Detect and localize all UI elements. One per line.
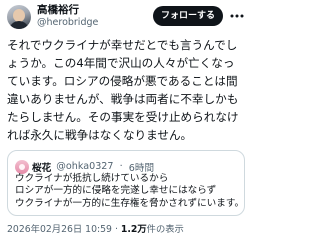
tweet-line: れば永久に戦争はなくなりません。 [7, 128, 193, 142]
tweet-line: ています。ロシアの侵略が悪であることは間 [7, 74, 238, 88]
quoted-author-name: 桜花 [32, 162, 52, 174]
tweet-line: それでウクライナが幸せだとでも言うんでし [7, 38, 238, 52]
quoted-timestamp: 6時間 [128, 162, 155, 174]
quoted-line: ウクライナが一方的に生存権を脅かされずにいます。 [15, 197, 245, 209]
tweet-meta: 2026年02月26日 10:59 · 1.2万件の表示 [7, 224, 245, 236]
quoted-line: ウクライナが抵抗し続けているから [15, 173, 169, 184]
quoted-author-handle: @ohka0327 [56, 161, 114, 172]
tweet-timestamp[interactable]: 2026年02月26日 10:59 [7, 224, 112, 235]
avatar-suit [9, 21, 29, 29]
author-avatar[interactable] [7, 5, 31, 29]
quoted-tweet-text: ウクライナが抵抗し続けているから ロシアが一方的に侵略を完遂し幸せにはならず ウ… [15, 173, 245, 216]
quoted-tweet-header: 桜花 @ohka0327 · 6時間 [15, 156, 240, 174]
quoted-line: ... [15, 210, 25, 216]
author-handle[interactable]: @herobridge [37, 17, 98, 29]
tweet-line: 違いありませんが、戦争は両者に不幸しかも [7, 92, 239, 106]
author-name[interactable]: 高橋裕行 [37, 4, 79, 17]
quoted-line: ロシアが一方的に侵略を完遂し幸せにはならず [15, 185, 217, 197]
tweet-header: 高橋裕行 @herobridge フォローする [7, 4, 245, 30]
tweet-line: ょうか。この4年間で沢山の人々が亡くなっ [7, 56, 235, 70]
meta-separator: · [114, 224, 118, 235]
follow-button[interactable]: フォローする [153, 6, 223, 26]
tweet-line: たらしません。その事実を受け止められなけ [7, 110, 239, 124]
views-label: 件の表示 [146, 224, 184, 235]
more-horizontal-icon[interactable] [229, 8, 245, 24]
quoted-author-avatar [15, 159, 29, 174]
quoted-tweet-card[interactable]: 桜花 @ohka0327 · 6時間 ウクライナが抵抗し続けているから ロシアが… [7, 150, 245, 216]
tweet-text: それでウクライナが幸せだとでも言うんでし ょうか。この4年間で沢山の人々が亡くな… [7, 36, 245, 144]
views-count: 1.2万 [120, 224, 147, 235]
quoted-separator: · [119, 161, 123, 172]
